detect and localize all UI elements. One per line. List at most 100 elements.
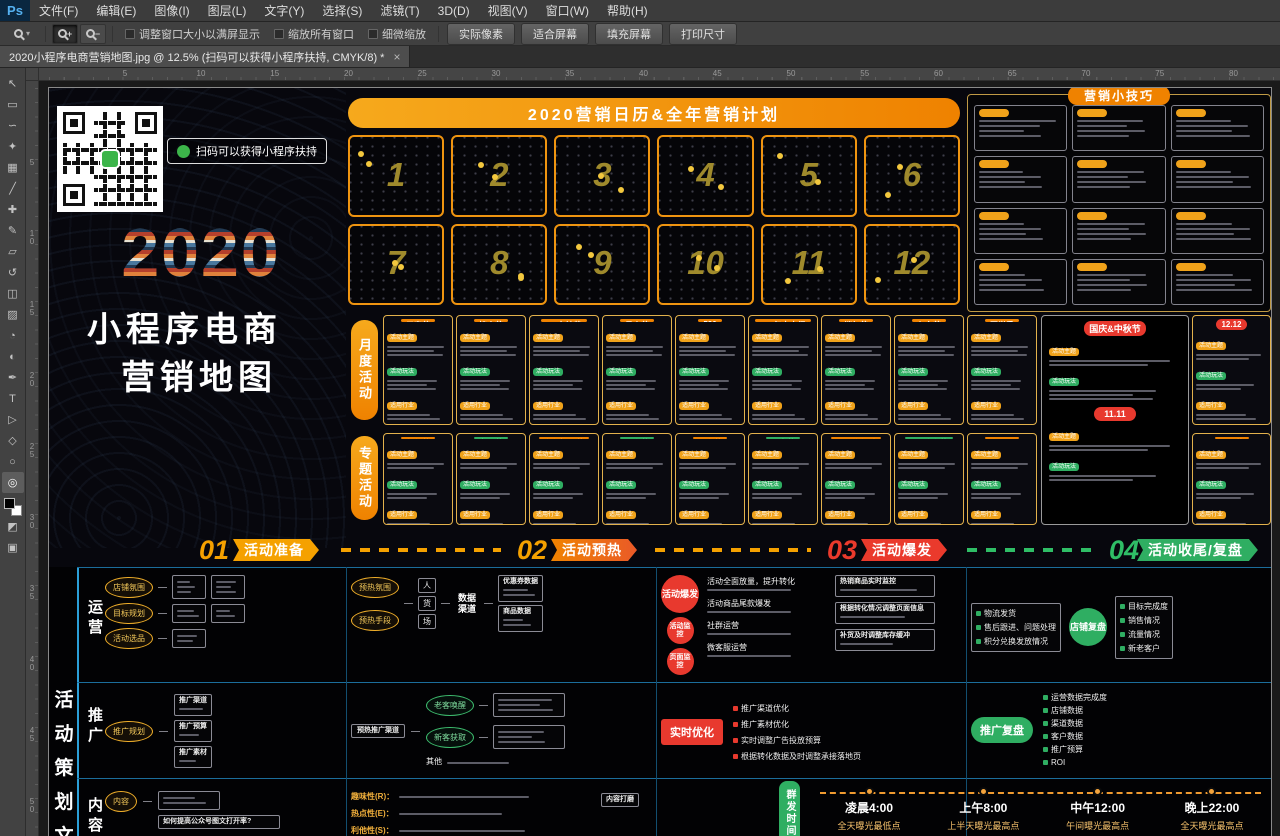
color-swatches[interactable] [4,498,22,516]
card-tag: 适用行业 [387,503,449,525]
qr-module [103,121,107,125]
ruler-v-digit: 5 [28,309,36,317]
menubar-item-3[interactable]: 图层(L) [199,0,256,21]
option-checkbox-2[interactable]: 细微缩放 [368,26,426,42]
options-button-2[interactable]: 填充屏幕 [595,23,663,45]
text-line [533,388,582,390]
text-line [1176,228,1250,230]
options-button-3[interactable]: 打印尺寸 [669,23,737,45]
qr-module [130,166,134,170]
tip-label [1077,263,1107,271]
quick-mask-button[interactable]: ◩ [2,516,24,537]
foreground-color-swatch[interactable] [4,498,15,509]
bullet-icon [1120,618,1125,623]
qr-module [99,175,103,179]
document-tab[interactable]: 2020小程序电商营销地图.jpg @ 12.5% (扫码可以获得小程序扶持, … [0,46,410,67]
card-tag: 活动玩法 [460,473,522,501]
options-checkboxes: 调整窗口大小以满屏显示缩放所有窗口细微缩放 [118,26,433,42]
card-tag: 活动主题 [387,443,449,471]
flow-review-operations: 物流发货售后跟进、问题处理积分兑换发放情况 店铺复盘 目标完成度销售情况流量情况… [971,577,1267,677]
tool-lasso[interactable]: ∽ [2,115,24,136]
tag-label: 活动主题 [1049,348,1079,356]
tool-hand[interactable]: ○ [2,451,24,472]
text-line [498,736,532,738]
qr-module [112,134,116,138]
checkbox-box[interactable] [368,29,378,39]
options-button-1[interactable]: 适合屏幕 [521,23,589,45]
options-button-0[interactable]: 实际像素 [447,23,515,45]
menubar-item-0[interactable]: 文件(F) [30,0,87,21]
menubar-item-7[interactable]: 3D(D) [429,0,479,21]
text-line [752,467,799,469]
screen-mode-button[interactable]: ▣ [2,537,24,558]
tool-shape[interactable]: ◇ [2,430,24,451]
option-checkbox-0[interactable]: 调整窗口大小以满屏显示 [125,26,260,42]
option-checkbox-1[interactable]: 缩放所有窗口 [274,26,354,42]
text-line [1049,445,1170,447]
timeline-time: 凌晨4:00 [845,799,893,816]
ruler-h-label: 70 [1082,69,1091,78]
tool-blur[interactable]: ◔ [2,325,24,346]
text-line [179,708,203,710]
menubar-item-1[interactable]: 编辑(E) [87,0,145,21]
tool-pen[interactable]: ✒ [2,367,24,388]
zoom-out-button[interactable]: − [80,24,106,44]
tool-history-brush[interactable]: ↺ [2,262,24,283]
text-line [979,289,1044,291]
checkbox-box[interactable] [125,29,135,39]
text-line [606,493,656,495]
flow-item: 流量情况 [1120,629,1168,640]
tool-path-select[interactable]: ▷ [2,409,24,430]
flow-mini-node: 场 [418,614,436,629]
qr-module [72,161,76,165]
menubar-item-2[interactable]: 图像(I) [145,0,198,21]
text-line [460,350,507,352]
tool-dodge[interactable]: ◐ [2,346,24,367]
calendar-month-1: 1 [348,135,444,217]
tool-eyedropper[interactable]: ╱ [2,178,24,199]
tool-marquee[interactable]: ▭ [2,94,24,115]
special-card-1: 年货节活动主题活动玩法适用行业 [383,433,453,525]
checkbox-box[interactable] [274,29,284,39]
menubar-item-6[interactable]: 滤镜(T) [371,0,428,21]
menubar-item-8[interactable]: 视图(V) [479,0,537,21]
qr-module [85,148,89,152]
qr-module [135,161,139,165]
calendar-month-11: 11 [761,224,857,306]
tool-healing[interactable]: ✚ [2,199,24,220]
qr-module [130,152,134,156]
flow-item: 客户数据 [1043,731,1107,742]
tool-brush[interactable]: ✎ [2,220,24,241]
flow-item-text: 售后跟进、问题处理 [984,622,1056,633]
tool-wand[interactable]: ✦ [2,136,24,157]
qr-module [103,202,107,206]
tool-gradient[interactable]: ▨ [2,304,24,325]
menubar-item-9[interactable]: 窗口(W) [537,0,598,21]
content-line: 利他性(S)： [351,825,651,836]
qr-module [126,161,130,165]
tool-crop[interactable]: ▦ [2,157,24,178]
flow-item: 推广预算 [1043,744,1107,755]
connector-line [158,587,167,588]
flow-item-text: 推广渠道优化 [741,703,789,714]
tool-stamp[interactable]: ▱ [2,241,24,262]
menubar-item-10[interactable]: 帮助(H) [598,0,657,21]
flow-item: 新老客户 [1120,643,1168,654]
canvas-area[interactable]: 扫码可以获得小程序扶持 2020 小程序电商 营销地图 2020营销日历&全年营… [39,81,1280,836]
tab-close-icon[interactable]: × [393,50,400,64]
card-tag: 活动主题 [679,326,741,358]
timeline-desc: 全天曝光最高点 [1180,819,1243,832]
connector-line [158,638,167,639]
tool-move[interactable]: ↖ [2,73,24,94]
tool-type[interactable]: T [2,388,24,409]
zoom-tool-preset[interactable]: ▾ [4,24,40,44]
flow-preheat-promotion: 预热推广渠道 老客唤醒 新客获取 其他 [351,689,651,773]
tool-zoom[interactable]: ◎ [2,472,24,493]
zoom-in-button[interactable]: + [52,24,78,44]
menubar-item-4[interactable]: 文字(Y) [255,0,313,21]
menubar-item-5[interactable]: 选择(S) [313,0,371,21]
tool-eraser[interactable]: ◫ [2,283,24,304]
qr-module [121,202,125,206]
bullet-icon [733,754,738,759]
event-dot [815,179,821,185]
